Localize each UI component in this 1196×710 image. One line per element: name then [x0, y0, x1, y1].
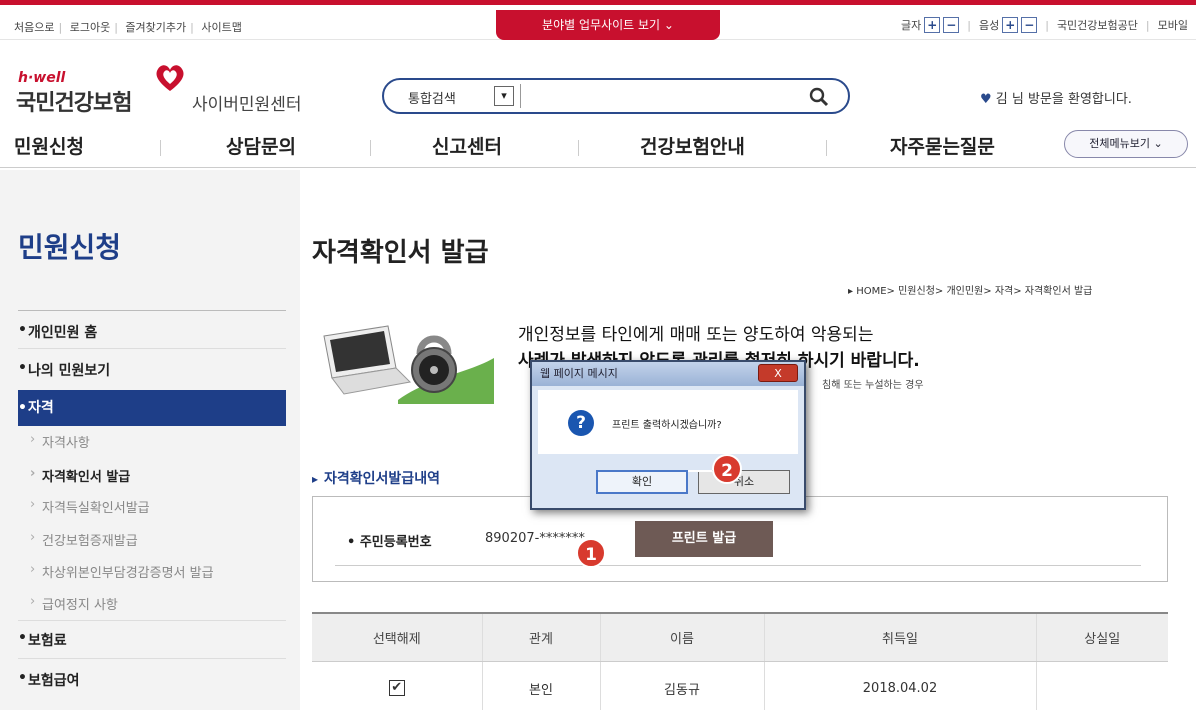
font-decrease-button[interactable]: − [943, 17, 960, 33]
callout-connector [604, 550, 630, 552]
notice-small-text: 침해 또는 누설하는 경우 [822, 380, 924, 391]
font-increase-button[interactable]: + [924, 17, 941, 33]
sidebar-item-my-requests[interactable]: 나의 민원보기 [18, 360, 286, 380]
partner-sites-label: 분야별 업무사이트 보기 [542, 18, 661, 32]
partner-sites-tab[interactable]: 분야별 업무사이트 보기 ⌄ [496, 10, 720, 40]
nav-consult[interactable]: 상담문의 [226, 132, 296, 159]
print-issue-button[interactable]: 프린트 발급 [635, 521, 773, 557]
search-scope-label: 통합검색 [408, 92, 456, 107]
sidebar-sub-gain-loss-certificate[interactable]: 자격득실확인서발급 [30, 497, 150, 516]
sidebar-sub-copay-reduction[interactable]: 차상위본인부담경감증명서 발급 [30, 562, 214, 581]
font-size-label: 글자 [901, 19, 922, 32]
org-link[interactable]: 국민건강보험공단 [1057, 17, 1138, 33]
sidebar-item-personal-home[interactable]: 개인민원 홈 [18, 322, 286, 342]
nav-faq[interactable]: 자주묻는질문 [890, 132, 995, 159]
all-menu-button[interactable]: 전체메뉴보기 ⌄ [1064, 130, 1188, 158]
laptop-lock-illustration [323, 325, 494, 404]
nav-apply[interactable]: 민원신청 [14, 132, 84, 159]
sidebar-sub-qualification-status[interactable]: 자격사항 [30, 432, 90, 451]
accessibility-controls: 글자 + − | 음성 + − | 국민건강보험공단 | 모바일 [901, 17, 1188, 33]
top-utility-bar: 처음으로 | 로그아웃 | 즐겨찾기추가 | 사이트맵 분야별 업무사이트 보기 ⌄ … [0, 0, 1196, 40]
sidebar-rule [18, 658, 286, 659]
dialog-close-button[interactable]: X [758, 364, 798, 382]
callout-connector [688, 470, 712, 472]
row-name: 김동규 [600, 661, 765, 710]
breadcrumb: ▸ HOME> 민원신청> 개인민원> 자격> 자격확인서 발급 [848, 282, 1092, 297]
search-input[interactable] [520, 84, 800, 108]
dialog-body: ? 프린트 출력하시겠습니까? [538, 390, 798, 454]
sidebar-sub-certificate-issue[interactable]: 자격확인서 발급 [30, 466, 130, 485]
top-link-sitemap[interactable]: 사이트맵 [201, 21, 241, 34]
col-header-name: 이름 [600, 612, 765, 662]
col-header-acquired: 취득일 [764, 612, 1037, 662]
sidebar-title: 민원신청 [18, 231, 122, 264]
voice-increase-button[interactable]: + [1002, 17, 1019, 33]
col-header-relation: 관계 [482, 612, 601, 662]
sidebar-rule [18, 348, 286, 349]
row-checkbox[interactable]: ✔ [388, 680, 405, 697]
logo-subtitle: 사이버민원센터 [192, 95, 302, 115]
sidebar-item-qualification[interactable]: 자격 [18, 390, 286, 426]
row-lost [1036, 661, 1168, 710]
chevron-down-icon: ⌄ [1153, 137, 1163, 150]
sidebar-rule [18, 620, 286, 621]
table-row: ✔ 본인 김동규 2018.04.02 [312, 661, 1168, 710]
breadcrumb-bullet-icon: ▸ [848, 286, 857, 297]
search-scope-select[interactable]: ▾ [494, 86, 514, 106]
dialog-message: 프린트 출력하시겠습니까? [612, 420, 722, 431]
row-acquired: 2018.04.02 [764, 661, 1037, 710]
notice-line-1: 개인정보를 타인에게 매매 또는 양도하여 악용되는 [518, 325, 874, 345]
nav-report[interactable]: 신고센터 [432, 132, 502, 159]
main-navigation: 민원신청 상담문의 신고센터 건강보험안내 자주묻는질문 전체메뉴보기 ⌄ [0, 128, 1196, 168]
id-number-label: • 주민등록번호 [347, 535, 432, 550]
top-links: 처음으로 | 로그아웃 | 즐겨찾기추가 | 사이트맵 [14, 21, 242, 34]
col-header-lost: 상실일 [1036, 612, 1168, 662]
confirm-dialog: 웹 페이지 메시지 X ? 프린트 출력하시겠습니까? 확인 취소 [530, 360, 806, 510]
qualification-table: 선택해제 관계 이름 취득일 상실일 ✔ 본인 김동규 2018.04.02 [312, 612, 1168, 710]
page-title: 자격확인서 발급 [312, 238, 489, 268]
question-icon: ? [568, 410, 594, 436]
row-relation: 본인 [482, 661, 601, 710]
heart-logo-icon [156, 65, 184, 91]
all-menu-label: 전체메뉴보기 [1089, 137, 1150, 150]
callout-marker-1: 1 [576, 538, 606, 568]
breadcrumb-text: HOME> 민원신청> 개인민원> 자격> 자격확인서 발급 [856, 286, 1093, 297]
search-icon[interactable] [808, 86, 830, 108]
nav-insurance-info[interactable]: 건강보험안내 [640, 132, 745, 159]
sidebar-item-benefits[interactable]: 보험급여 [18, 670, 286, 690]
mobile-link[interactable]: 모바일 [1158, 17, 1188, 33]
voice-decrease-button[interactable]: − [1021, 17, 1038, 33]
sidebar-divider [18, 310, 286, 311]
dialog-ok-button[interactable]: 확인 [596, 470, 688, 494]
chevron-down-icon: ⌄ [663, 18, 674, 32]
callout-marker-2: 2 [712, 454, 742, 484]
row-checkbox-cell: ✔ [312, 661, 483, 710]
top-link-logout[interactable]: 로그아웃 [70, 21, 110, 34]
section-title: 자격확인서발급내역 [312, 468, 440, 488]
top-link-bookmark[interactable]: 즐겨찾기추가 [125, 21, 186, 34]
sidebar-sub-card-reissue[interactable]: 건강보험증재발급 [30, 530, 138, 549]
top-link-home[interactable]: 처음으로 [14, 21, 54, 34]
id-underline [335, 565, 1141, 566]
voice-label: 음성 [978, 19, 1000, 32]
sidebar-item-premium[interactable]: 보험료 [18, 630, 286, 650]
id-number-value: 890207-******* [485, 531, 585, 546]
logo-name[interactable]: 국민건강보험 [16, 85, 132, 117]
logo-hwell[interactable]: h·well [18, 70, 65, 86]
welcome-text: 김 님 방문을 환영합니다. [995, 92, 1132, 107]
search-box: 통합검색 ▾ [382, 78, 850, 114]
col-header-deselect: 선택해제 [312, 612, 483, 662]
sidebar-sub-benefit-suspension[interactable]: 급여정지 사항 [30, 594, 118, 613]
heart-icon: ♥ [980, 92, 992, 107]
welcome-message: ♥ 김 님 방문을 환영합니다. [980, 88, 1132, 107]
